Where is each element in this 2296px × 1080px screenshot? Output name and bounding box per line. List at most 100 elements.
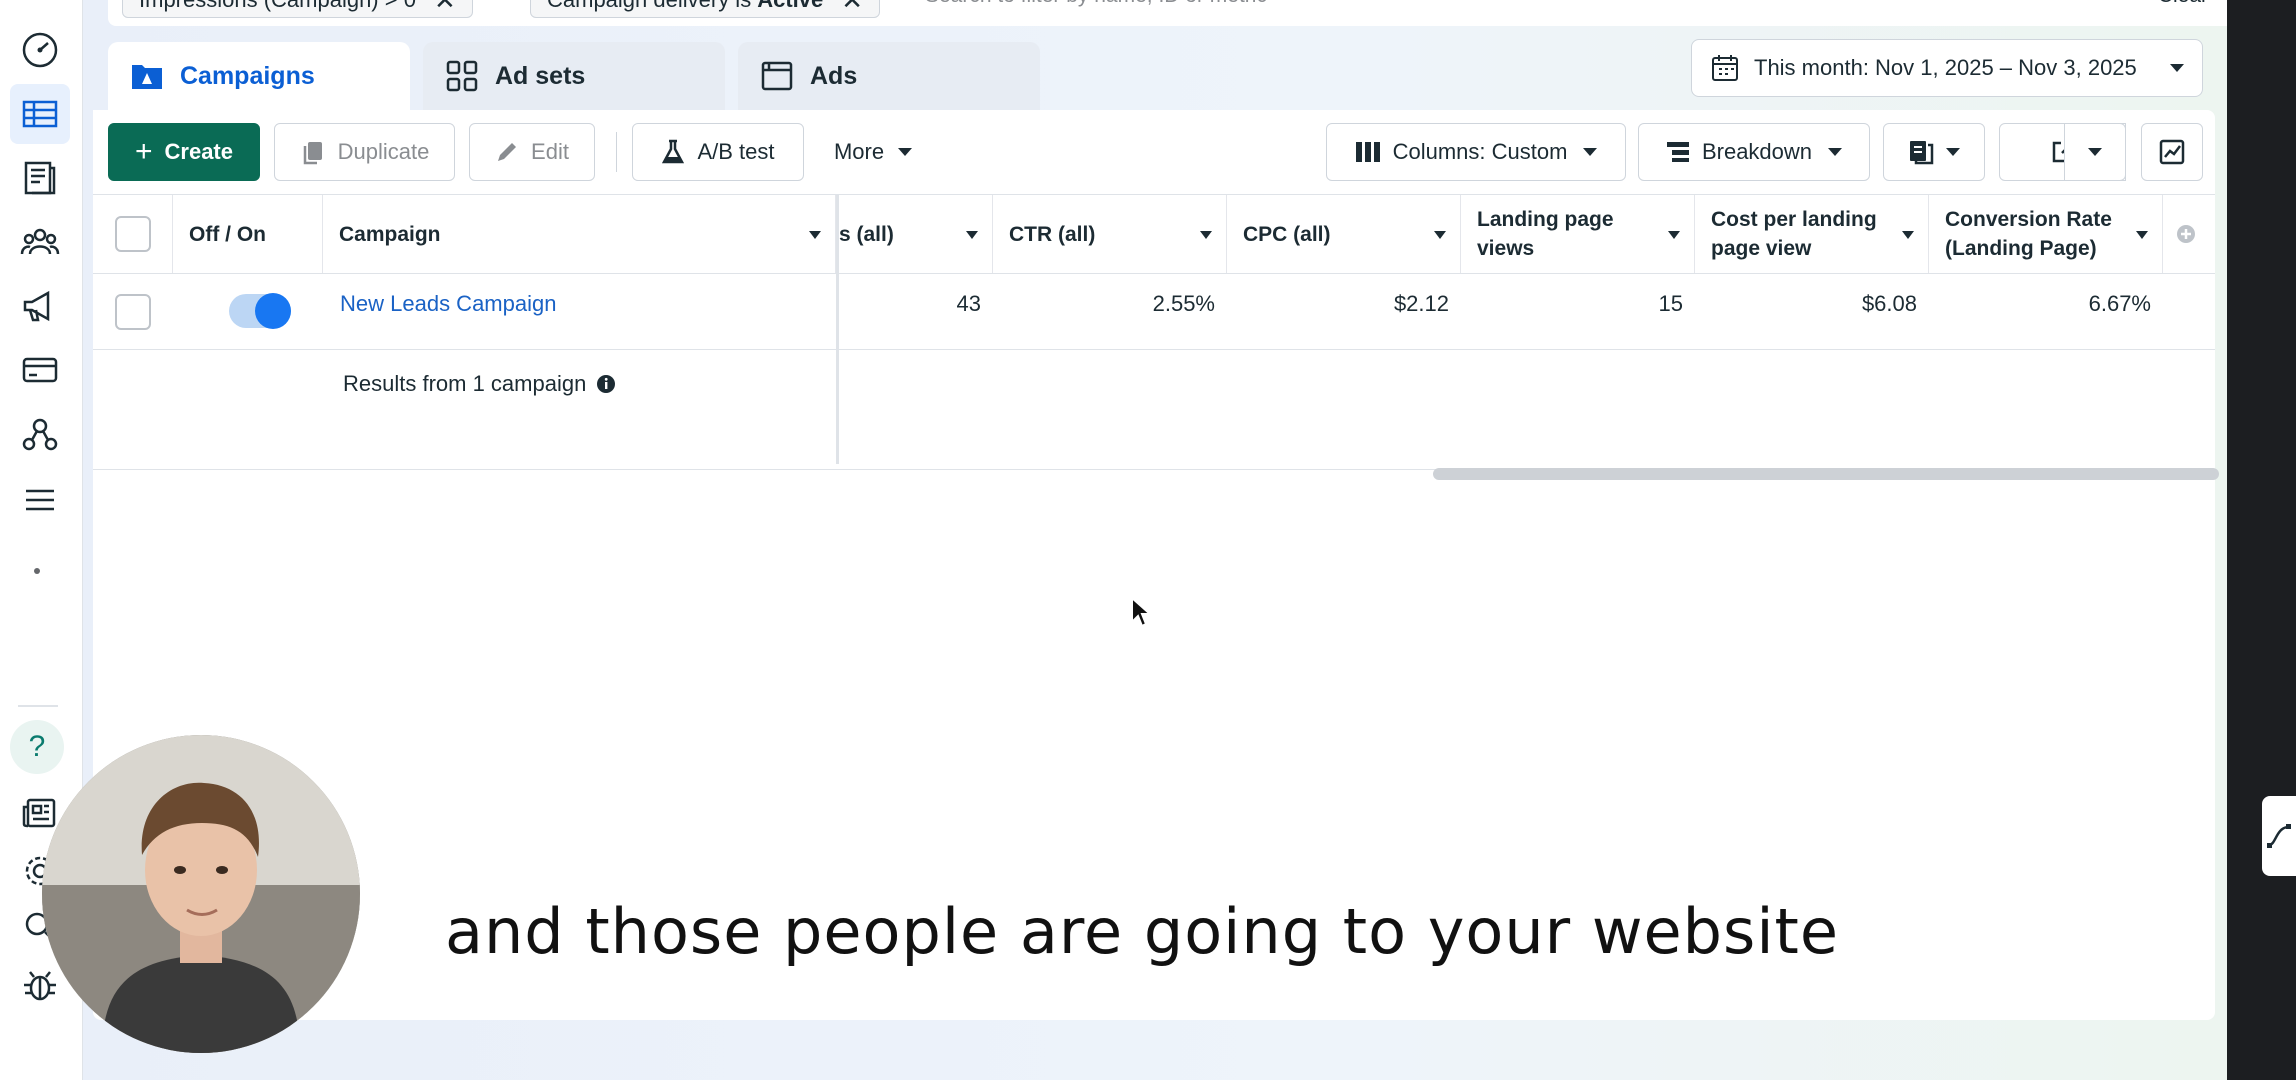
select-all-cell bbox=[93, 195, 173, 273]
filter-chip-label: Impressions (Campaign) > 0 bbox=[139, 0, 416, 13]
search-input[interactable]: Search to filter by name, ID or metric bbox=[925, 0, 1267, 8]
tab-label: Ads bbox=[810, 61, 858, 90]
toolbar-divider bbox=[616, 132, 617, 172]
column-header-ctr[interactable]: CTR (all) bbox=[993, 195, 1227, 273]
column-header-landing-page-views[interactable]: Landing page views bbox=[1461, 195, 1695, 273]
sort-caret-icon bbox=[966, 231, 978, 239]
column-header-label: Conversion Rate (Landing Page) bbox=[1945, 205, 2112, 263]
toggle-knob bbox=[255, 293, 291, 329]
conversion-rate-value: 6.67% bbox=[2088, 291, 2151, 316]
column-header-label-line: Conversion Rate bbox=[1945, 208, 2112, 231]
billing-card-icon[interactable] bbox=[10, 340, 70, 400]
close-icon[interactable]: ✕ bbox=[841, 0, 863, 16]
pencil-icon bbox=[498, 143, 517, 161]
columns-label: Columns: Custom bbox=[1392, 139, 1568, 164]
tab-label: Campaigns bbox=[180, 61, 315, 90]
horizontal-scrollbar[interactable] bbox=[1433, 468, 2219, 480]
column-header-off-on[interactable]: Off / On bbox=[173, 195, 323, 273]
duplicate-button[interactable]: Duplicate bbox=[274, 123, 455, 181]
export-dropdown[interactable] bbox=[2064, 123, 2126, 181]
column-header-label: Campaign bbox=[339, 222, 441, 246]
column-header-label: CPC (all) bbox=[1243, 222, 1331, 246]
charts-button[interactable] bbox=[2141, 123, 2203, 181]
column-header-label: CTR (all) bbox=[1009, 222, 1096, 246]
duplicate-icon bbox=[303, 142, 322, 165]
right-dark-sidebar bbox=[2227, 0, 2296, 1080]
ads-window-icon bbox=[760, 59, 794, 93]
add-column-button[interactable] bbox=[2163, 195, 2215, 273]
add-circle-icon bbox=[2177, 225, 2195, 243]
columns-dropdown[interactable]: Columns: Custom bbox=[1326, 123, 1626, 181]
audiences-icon[interactable] bbox=[10, 212, 70, 272]
row-checkbox[interactable] bbox=[115, 294, 151, 330]
date-range-picker[interactable]: This month: Nov 1, 2025 – Nov 3, 2025 bbox=[1691, 39, 2203, 97]
toggle-switch[interactable] bbox=[229, 293, 291, 329]
plus-icon: + bbox=[134, 135, 153, 168]
results-summary-text: Results from 1 campaign bbox=[343, 371, 587, 396]
select-all-checkbox[interactable] bbox=[114, 216, 151, 252]
column-header-label-line: Landing page bbox=[1477, 208, 1614, 231]
events-manager-icon[interactable] bbox=[10, 404, 70, 464]
column-header-conversion-rate[interactable]: Conversion Rate (Landing Page) bbox=[1929, 195, 2163, 273]
clear-filters-link[interactable]: Clear bbox=[2158, 0, 2208, 8]
campaigns-folder-icon bbox=[130, 59, 164, 93]
column-header-clicks[interactable]: s (all) bbox=[839, 195, 993, 273]
column-header-cost-per-landing-page-view[interactable]: Cost per landing page view bbox=[1695, 195, 1929, 273]
campaign-toggle[interactable] bbox=[229, 293, 291, 329]
side-panel-handle[interactable] bbox=[2262, 796, 2296, 876]
filter-bar: Impressions (Campaign) > 0 ✕ Campaign de… bbox=[108, 0, 2238, 26]
mouse-cursor-icon bbox=[1131, 596, 1152, 628]
breakdown-dropdown[interactable]: Breakdown bbox=[1638, 123, 1870, 181]
breakdown-label: Breakdown bbox=[1701, 139, 1813, 164]
ab-test-button[interactable]: A/B test bbox=[632, 123, 804, 181]
flask-icon bbox=[662, 139, 685, 164]
campaign-name-link[interactable]: New Leads Campaign bbox=[340, 284, 556, 324]
column-header-label: s (all) bbox=[839, 222, 894, 246]
column-header-cpc[interactable]: CPC (all) bbox=[1227, 195, 1461, 273]
all-tools-menu-icon[interactable] bbox=[10, 470, 70, 530]
chevron-down-icon bbox=[1583, 148, 1598, 156]
more-dot-icon bbox=[34, 568, 40, 574]
reports-icon bbox=[1910, 141, 1934, 165]
column-header-label-line: page view bbox=[1711, 237, 1812, 260]
table-header: Off / On Campaign s (all) CTR (all) CPC … bbox=[93, 194, 2215, 274]
help-icon[interactable]: ? bbox=[10, 720, 64, 774]
tab-ads[interactable]: Ads bbox=[738, 42, 1040, 110]
close-icon[interactable]: ✕ bbox=[434, 0, 456, 16]
advertising-settings-megaphone-icon[interactable] bbox=[10, 276, 70, 336]
tab-ad-sets[interactable]: Ad sets bbox=[423, 42, 725, 110]
duplicate-label: Duplicate bbox=[337, 139, 430, 164]
filter-chip-value: Active bbox=[757, 0, 823, 13]
campaigns-table-icon[interactable] bbox=[10, 84, 70, 144]
webcam-overlay bbox=[42, 735, 360, 1053]
more-button[interactable]: More bbox=[818, 123, 928, 181]
curve-tool-icon bbox=[2267, 824, 2291, 848]
sort-caret-icon bbox=[809, 231, 821, 239]
cpc-value: $2.12 bbox=[1393, 291, 1449, 316]
filter-chip-delivery[interactable]: Campaign delivery is Active ✕ bbox=[530, 0, 881, 18]
date-range-label: This month: Nov 1, 2025 – Nov 3, 2025 bbox=[1754, 55, 2137, 80]
sort-caret-icon bbox=[1200, 231, 1212, 239]
video-caption: and those people are going to your websi… bbox=[445, 895, 1840, 968]
reports-icon[interactable] bbox=[10, 148, 70, 208]
sort-caret-icon bbox=[2136, 231, 2148, 239]
column-header-label: Off / On bbox=[189, 222, 266, 246]
reports-dropdown[interactable] bbox=[1883, 123, 1985, 181]
filter-chip-label: Campaign delivery is bbox=[547, 0, 751, 13]
edit-label: Edit bbox=[531, 139, 569, 164]
ad-sets-grid-icon bbox=[445, 59, 479, 93]
table-row[interactable]: New Leads Campaign 43 2.55% $2.12 15 $6.… bbox=[93, 274, 2215, 350]
tab-label: Ad sets bbox=[495, 61, 586, 90]
trend-chart-icon bbox=[2159, 139, 2185, 165]
info-icon[interactable] bbox=[596, 374, 616, 394]
edit-button[interactable]: Edit bbox=[469, 123, 595, 181]
tab-campaigns[interactable]: Campaigns bbox=[108, 42, 410, 110]
clicks-value: 43 bbox=[956, 291, 981, 316]
campaigns-panel: + Create Duplicate Edit A/B test More Co… bbox=[93, 110, 2219, 1020]
filter-chip-impressions[interactable]: Impressions (Campaign) > 0 ✕ bbox=[122, 0, 473, 18]
column-header-campaign[interactable]: Campaign bbox=[323, 195, 836, 273]
account-overview-gauge-icon[interactable] bbox=[10, 20, 70, 80]
create-button[interactable]: + Create bbox=[108, 123, 260, 181]
more-label: More bbox=[833, 139, 885, 164]
rail-divider bbox=[18, 705, 58, 707]
